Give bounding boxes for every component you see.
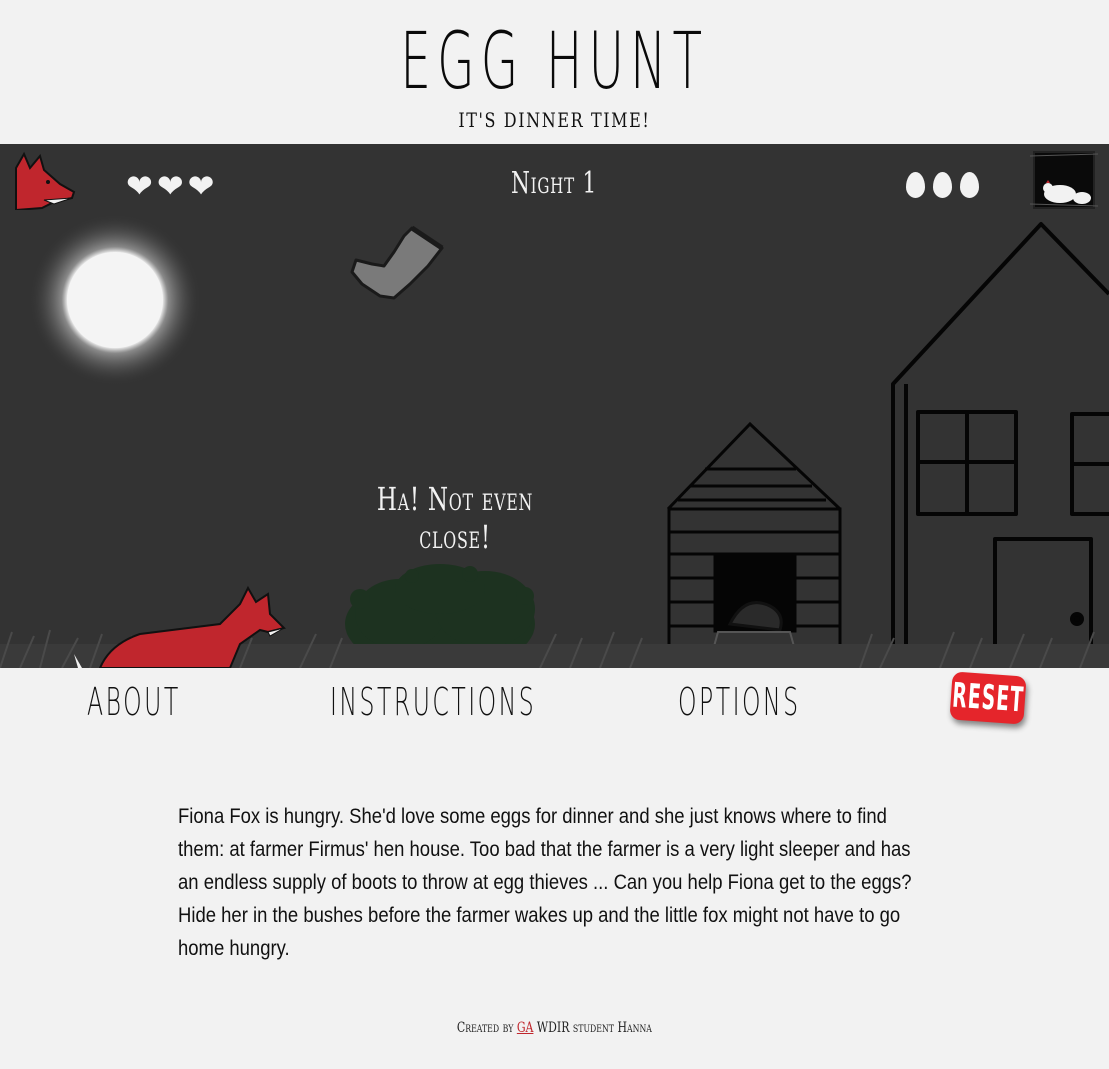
heart-icon: ❤: [187, 167, 215, 205]
nav-about[interactable]: ABOUT: [87, 680, 181, 724]
nav-options[interactable]: OPTIONS: [678, 680, 801, 724]
ga-link[interactable]: GA: [517, 1020, 534, 1036]
egg-icon: [933, 172, 952, 198]
eggs-remaining: [906, 172, 979, 198]
night-scene: [0, 214, 1109, 668]
hen-house-window-icon: [1030, 151, 1098, 209]
game-subtitle: IT'S DINNER TIME!: [458, 108, 651, 132]
footer-credit: Created by GA WDIR student Hanna: [122, 1020, 987, 1036]
fox-portrait-icon: [14, 148, 78, 210]
footer-suffix: WDIR student Hanna: [536, 1020, 652, 1036]
about-description: Fiona Fox is hungry. She'd love some egg…: [178, 805, 912, 960]
lives-hearts: ❤ ❤ ❤: [126, 170, 214, 202]
reset-button[interactable]: RESET: [949, 671, 1027, 725]
farmhouse: [891, 222, 1109, 668]
egg-icon: [906, 172, 925, 198]
boot-projectile-icon: [350, 225, 444, 300]
heart-icon: ❤: [126, 167, 153, 205]
game-stage[interactable]: ❤ ❤ ❤ Night 1 Ha! Not even close!: [0, 144, 1109, 668]
night-counter: Night 1: [511, 166, 597, 201]
heart-icon: ❤: [156, 167, 184, 205]
nav-instructions[interactable]: INSTRUCTIONS: [330, 680, 536, 724]
game-title: EGG HUNT: [400, 17, 709, 107]
footer-prefix: Created by: [456, 1020, 514, 1036]
egg-icon: [960, 172, 979, 198]
reset-button-label: RESET: [950, 675, 1026, 721]
game-message: Ha! Not even close!: [376, 480, 534, 556]
hen-house: [666, 421, 842, 668]
moon-icon: [29, 214, 201, 386]
